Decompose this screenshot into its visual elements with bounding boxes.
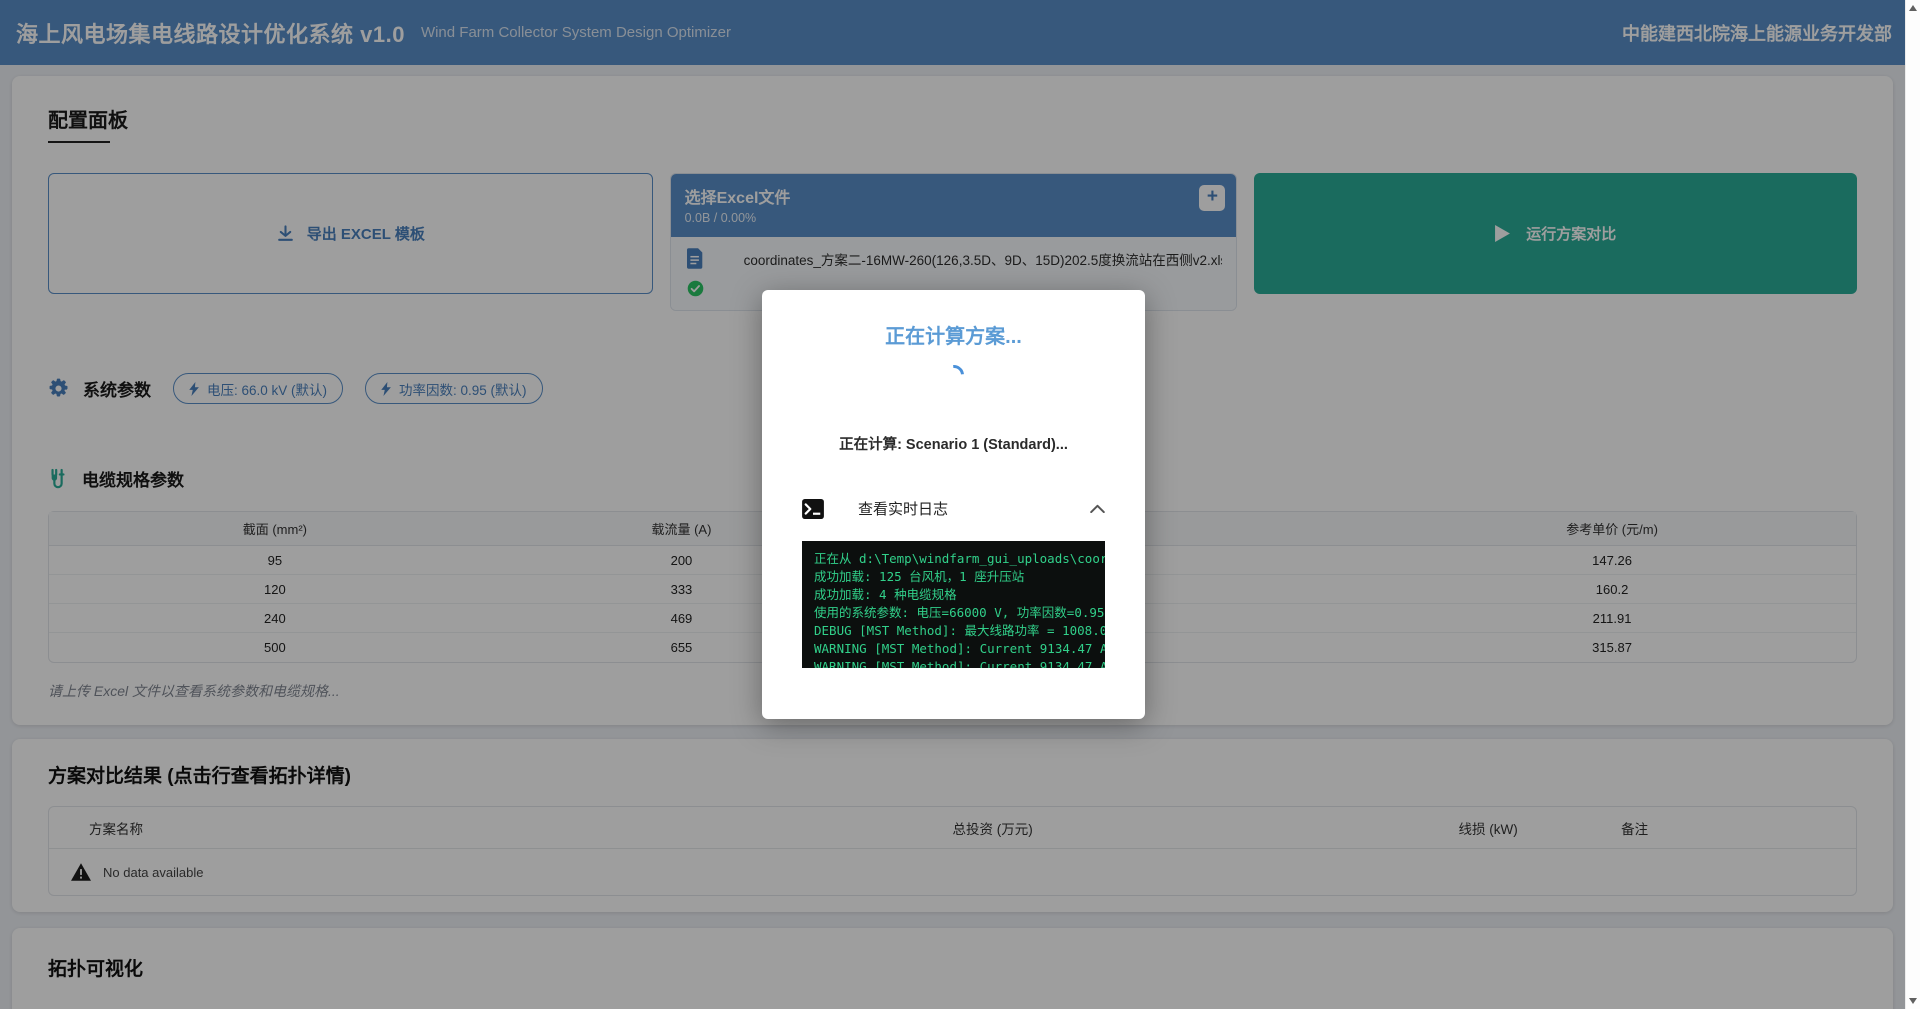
log-line: DEBUG [MST Method]: 最大线路功率 = 1008.00 M: [814, 622, 1105, 640]
calculating-modal: 正在计算方案... 正在计算: Scenario 1 (Standard)...…: [762, 290, 1145, 719]
modal-status-text: 正在计算: Scenario 1 (Standard)...: [802, 433, 1105, 454]
modal-title: 正在计算方案...: [802, 320, 1105, 349]
log-line: 正在从 d:\Temp\windfarm_gui_uploads\coordin: [814, 550, 1105, 568]
browser-scrollbar[interactable]: [1905, 0, 1920, 1009]
loading-spinner-icon: [939, 361, 967, 389]
log-line: WARNING [MST Method]: Current 9134.47 A …: [814, 658, 1105, 668]
log-toggle[interactable]: 查看实时日志: [802, 498, 1105, 519]
log-console[interactable]: 正在从 d:\Temp\windfarm_gui_uploads\coordin…: [802, 541, 1105, 668]
log-toggle-label: 查看实时日志: [858, 498, 948, 519]
log-line: 成功加载: 4 种电缆规格: [814, 586, 1105, 604]
chevron-up-icon[interactable]: [1090, 504, 1105, 513]
log-line: 成功加载: 125 台风机，1 座升压站: [814, 568, 1105, 586]
scroll-down-arrow-icon[interactable]: [1909, 998, 1917, 1004]
scroll-up-arrow-icon[interactable]: [1909, 5, 1917, 11]
log-line: 使用的系统参数: 电压=66000 V, 功率因数=0.95: [814, 604, 1105, 622]
log-line: WARNING [MST Method]: Current 9134.47 A …: [814, 640, 1105, 658]
terminal-icon: [802, 499, 824, 519]
